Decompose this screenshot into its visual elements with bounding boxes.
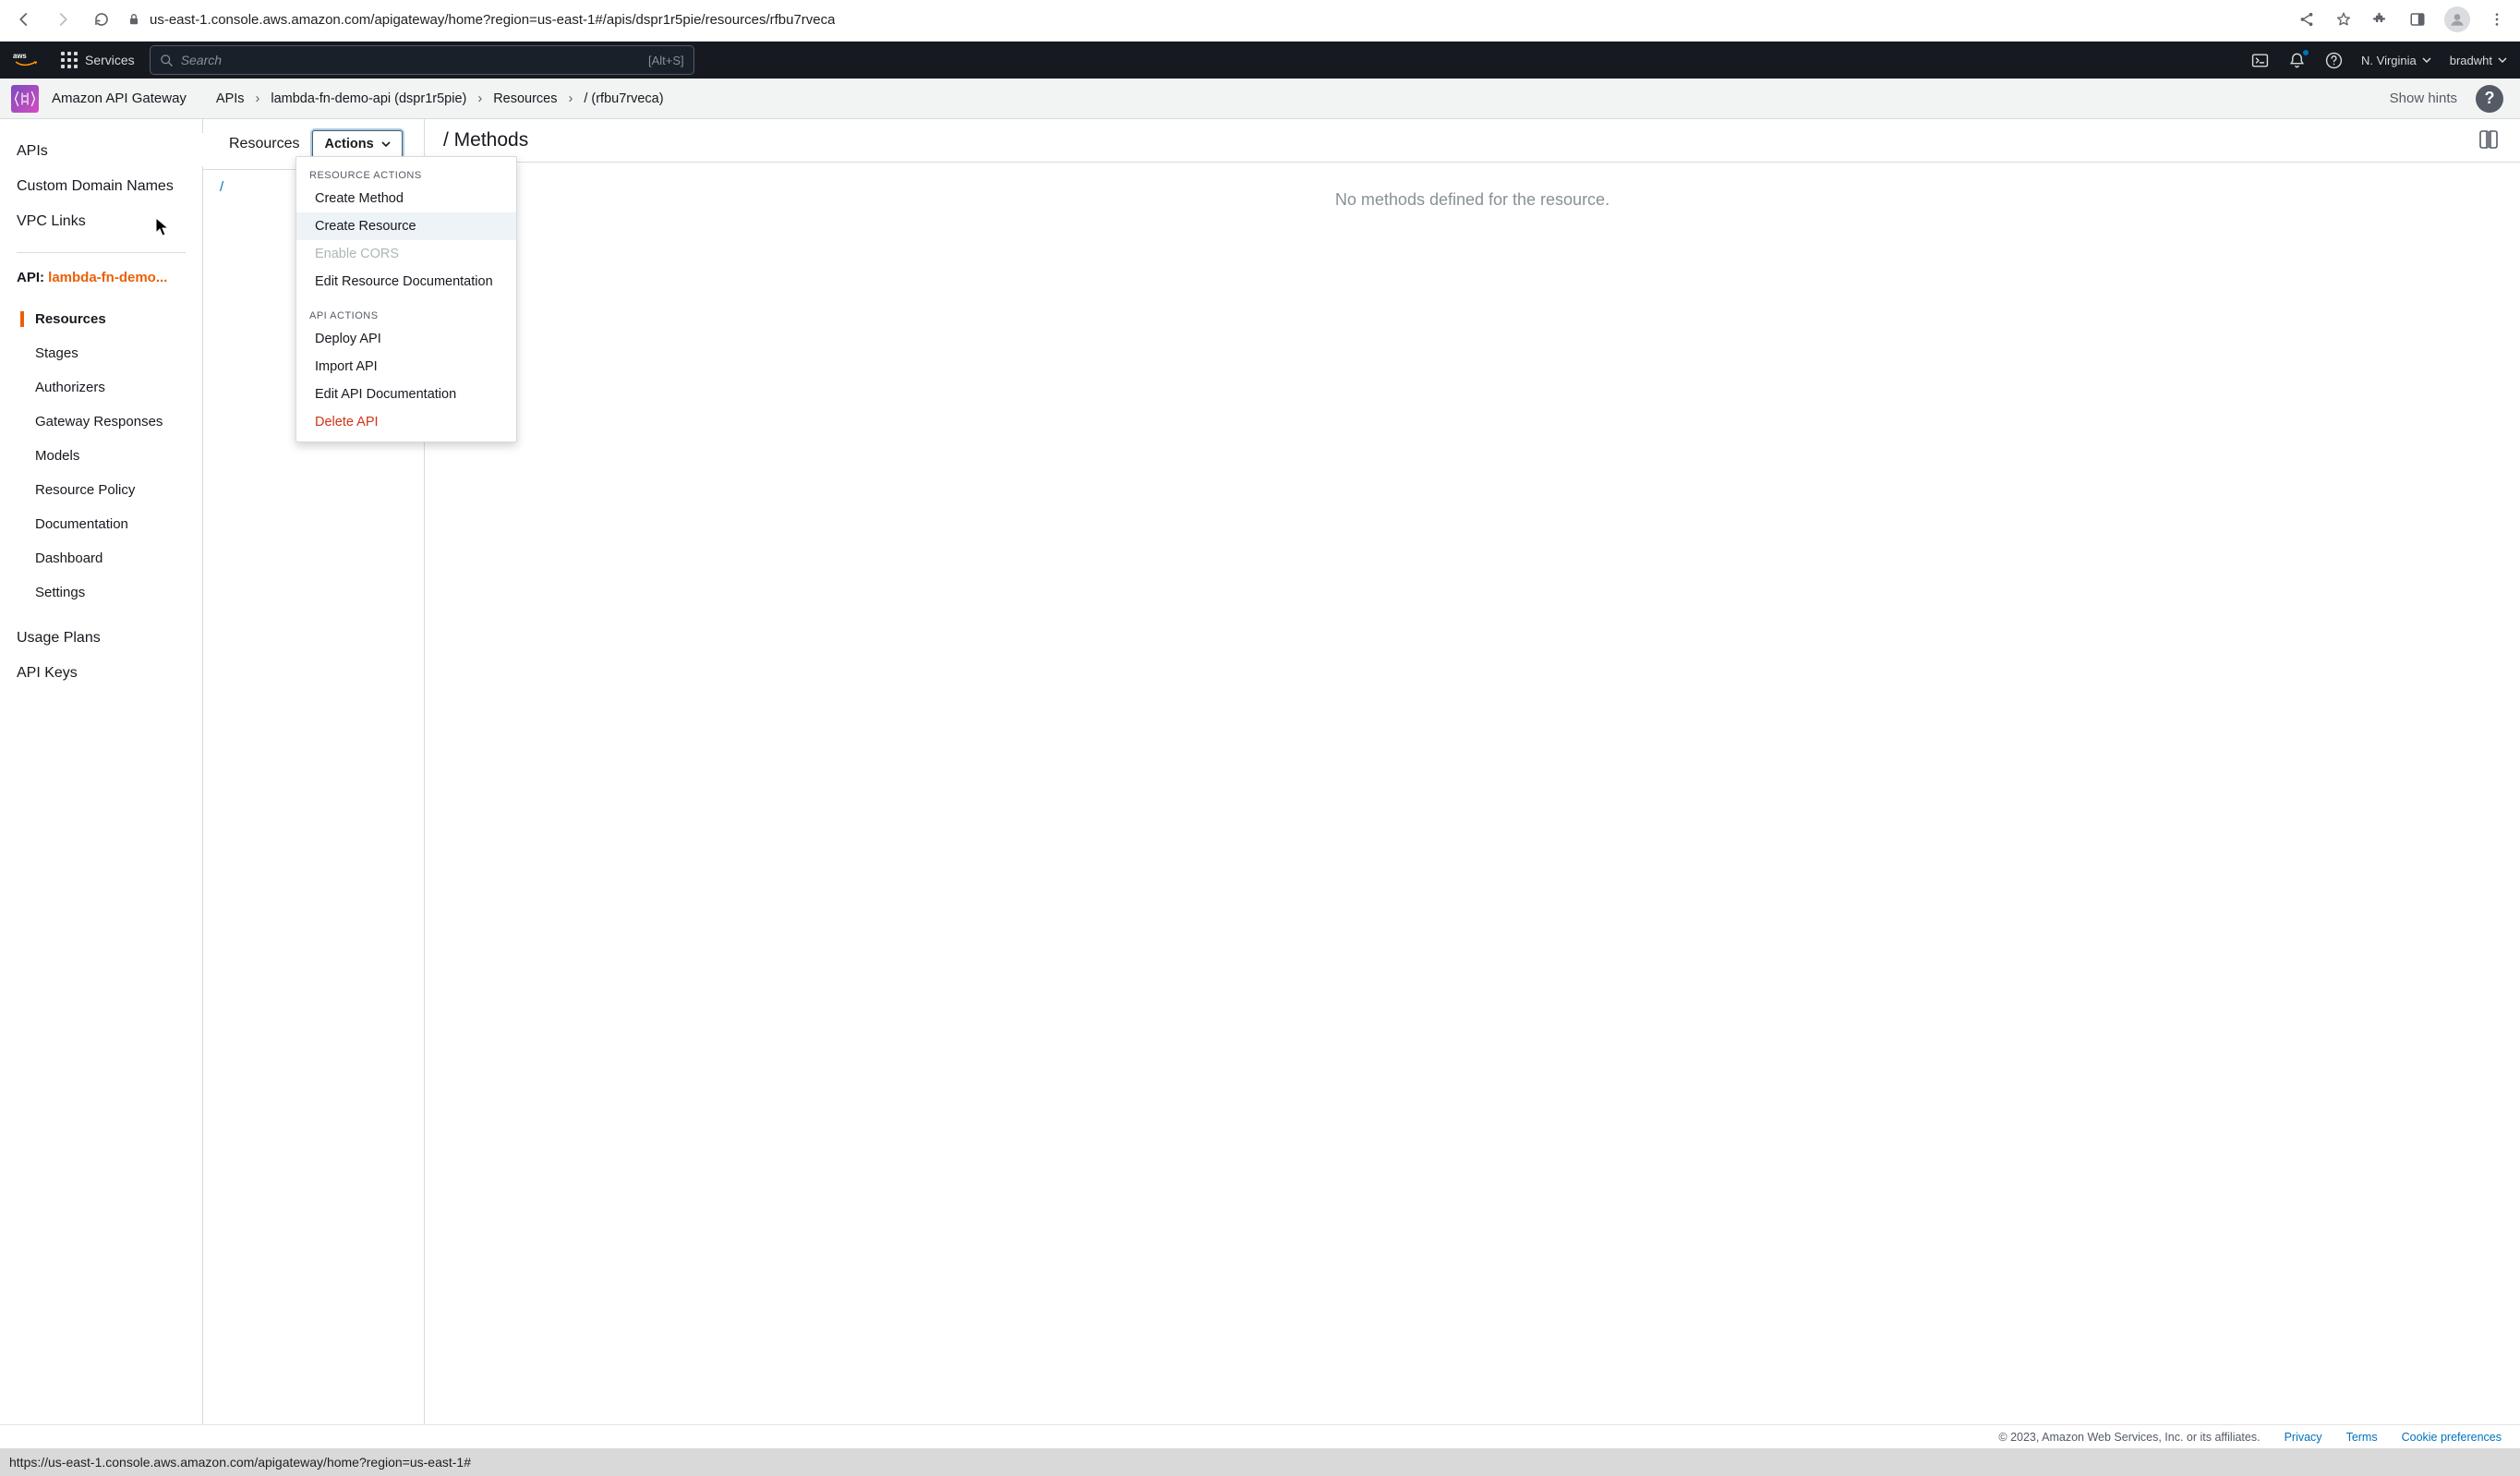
- dropdown-heading-api: API ACTIONS: [296, 305, 516, 325]
- username-label: bradwht: [2450, 54, 2492, 67]
- services-label: Services: [85, 53, 135, 67]
- profile-avatar[interactable]: [2444, 6, 2470, 32]
- services-menu-button[interactable]: Services: [61, 52, 135, 68]
- dropdown-item-edit-api-doc[interactable]: Edit API Documentation: [296, 381, 516, 408]
- browser-back-button[interactable]: [11, 6, 37, 32]
- sidebar-subitem-gateway-responses[interactable]: Gateway Responses: [0, 405, 202, 439]
- notification-badge: [2302, 49, 2309, 56]
- lock-icon: [127, 12, 140, 27]
- status-bar-url: https://us-east-1.console.aws.amazon.com…: [9, 1455, 471, 1470]
- breadcrumb-item[interactable]: APIs: [216, 91, 245, 106]
- browser-forward-button[interactable]: [50, 6, 76, 32]
- breadcrumb-item[interactable]: Resources: [493, 91, 557, 106]
- service-breadcrumb-bar: Amazon API Gateway APIs › lambda-fn-demo…: [0, 79, 2520, 119]
- sidebar-api-label: API: lambda-fn-demo...: [0, 266, 202, 289]
- sidebar-subitem-documentation[interactable]: Documentation: [0, 507, 202, 541]
- footer-terms-link[interactable]: Terms: [2346, 1431, 2378, 1444]
- service-name[interactable]: Amazon API Gateway: [52, 91, 187, 106]
- resource-panel-header: Resources Actions RESOURCE ACTIONS Creat…: [203, 119, 424, 170]
- sidebar-subitem-authorizers[interactable]: Authorizers: [0, 370, 202, 405]
- account-menu[interactable]: bradwht: [2450, 54, 2507, 67]
- sidebar-divider: [17, 252, 186, 253]
- help-icon[interactable]: [2324, 51, 2343, 69]
- dropdown-item-create-resource[interactable]: Create Resource: [296, 212, 516, 240]
- grid-icon: [61, 52, 78, 68]
- sidebar-subitem-dashboard[interactable]: Dashboard: [0, 541, 202, 575]
- notifications-icon[interactable]: [2287, 51, 2306, 69]
- show-hints-link[interactable]: Show hints: [2390, 91, 2457, 106]
- chevron-down-icon: [2498, 57, 2507, 63]
- region-selector[interactable]: N. Virginia: [2361, 54, 2431, 67]
- chevron-down-icon: [381, 141, 391, 147]
- chevron-right-icon: ›: [477, 91, 482, 106]
- sidebar-subitem-resource-policy[interactable]: Resource Policy: [0, 473, 202, 507]
- sidebar-item-api-keys[interactable]: API Keys: [0, 656, 202, 691]
- actions-dropdown-button[interactable]: Actions: [312, 130, 402, 158]
- footer-privacy-link[interactable]: Privacy: [2285, 1431, 2322, 1444]
- chevron-down-icon: [2422, 57, 2431, 63]
- dropdown-item-enable-cors: Enable CORS: [296, 240, 516, 268]
- method-panel-title: / Methods: [443, 129, 528, 151]
- search-icon: [160, 54, 174, 67]
- dropdown-item-create-method[interactable]: Create Method: [296, 185, 516, 212]
- browser-reload-button[interactable]: [89, 6, 115, 32]
- actions-dropdown-menu: RESOURCE ACTIONS Create Method Create Re…: [295, 156, 517, 442]
- actions-button-label: Actions: [324, 137, 373, 151]
- resource-tree-panel: Resources Actions RESOURCE ACTIONS Creat…: [203, 119, 425, 1448]
- method-details-panel: / Methods No methods defined for the res…: [425, 119, 2520, 1448]
- dropdown-item-import-api[interactable]: Import API: [296, 353, 516, 381]
- api-label-prefix: API:: [17, 270, 48, 285]
- search-shortcut-hint: [Alt+S]: [648, 54, 684, 67]
- console-footer: © 2023, Amazon Web Services, Inc. or its…: [0, 1424, 2520, 1448]
- dropdown-heading-resource: RESOURCE ACTIONS: [296, 164, 516, 185]
- extensions-icon[interactable]: [2370, 9, 2391, 30]
- empty-state-message: No methods defined for the resource.: [1335, 190, 1610, 210]
- sidebar-item-custom-domain-names[interactable]: Custom Domain Names: [0, 169, 202, 204]
- apigateway-service-icon: [11, 85, 39, 113]
- bookmark-star-icon[interactable]: [2333, 9, 2354, 30]
- sidebar-item-vpc-links[interactable]: VPC Links: [0, 204, 202, 239]
- address-bar[interactable]: us-east-1.console.aws.amazon.com/apigate…: [127, 6, 2284, 33]
- aws-top-nav: aws Services [Alt+S] N. Virginia bradwht: [0, 42, 2520, 79]
- sidebar-subitem-models[interactable]: Models: [0, 439, 202, 473]
- sidebar-subitem-resources[interactable]: Resources: [0, 302, 202, 336]
- dropdown-item-edit-resource-doc[interactable]: Edit Resource Documentation: [296, 268, 516, 296]
- browser-menu-icon[interactable]: [2487, 9, 2507, 30]
- left-sidebar: APIs Custom Domain Names VPC Links API: …: [0, 119, 203, 1448]
- cloudshell-icon[interactable]: [2250, 51, 2269, 69]
- region-label: N. Virginia: [2361, 54, 2417, 67]
- sidebar-subitem-stages[interactable]: Stages: [0, 336, 202, 370]
- api-name-text[interactable]: lambda-fn-demo...: [48, 270, 167, 285]
- breadcrumb-item[interactable]: lambda-fn-demo-api (dspr1r5pie): [271, 91, 466, 106]
- sidepanel-icon[interactable]: [2407, 9, 2428, 30]
- chevron-right-icon: ›: [256, 91, 260, 106]
- sidebar-item-apis[interactable]: APIs: [0, 134, 202, 169]
- method-panel-header: / Methods: [425, 119, 2520, 163]
- footer-cookie-link[interactable]: Cookie preferences: [2402, 1431, 2502, 1444]
- documentation-icon[interactable]: [2478, 128, 2502, 152]
- footer-copyright: © 2023, Amazon Web Services, Inc. or its…: [1998, 1431, 2260, 1444]
- resource-panel-title: Resources: [229, 136, 299, 152]
- browser-status-bar: https://us-east-1.console.aws.amazon.com…: [0, 1448, 2520, 1476]
- breadcrumb: APIs › lambda-fn-demo-api (dspr1r5pie) ›…: [216, 91, 664, 106]
- sidebar-item-usage-plans[interactable]: Usage Plans: [0, 621, 202, 656]
- dropdown-item-deploy-api[interactable]: Deploy API: [296, 325, 516, 353]
- share-icon[interactable]: [2297, 9, 2317, 30]
- aws-logo[interactable]: aws: [13, 50, 46, 70]
- sidebar-subitem-settings[interactable]: Settings: [0, 575, 202, 610]
- dropdown-item-delete-api[interactable]: Delete API: [296, 408, 516, 436]
- main-content: APIs Custom Domain Names VPC Links API: …: [0, 119, 2520, 1448]
- page-help-button[interactable]: ?: [2476, 85, 2503, 113]
- global-search[interactable]: [Alt+S]: [150, 45, 694, 75]
- breadcrumb-item: / (rfbu7rveca): [584, 91, 663, 106]
- chevron-right-icon: ›: [569, 91, 573, 106]
- svg-text:aws: aws: [13, 52, 27, 60]
- global-search-input[interactable]: [181, 53, 684, 67]
- address-bar-text: us-east-1.console.aws.amazon.com/apigate…: [150, 12, 835, 28]
- browser-toolbar: us-east-1.console.aws.amazon.com/apigate…: [0, 0, 2520, 42]
